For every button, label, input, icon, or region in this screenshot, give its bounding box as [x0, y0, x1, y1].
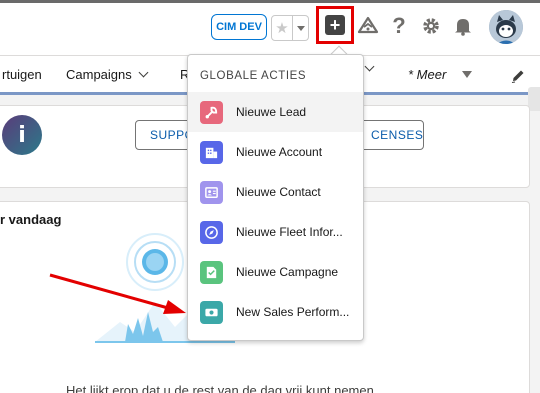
- caret-down-icon[interactable]: [462, 71, 473, 78]
- sales-performance-icon: [200, 300, 223, 324]
- nav-item-label: rtuigen: [2, 67, 42, 82]
- campaign-icon: [200, 260, 223, 284]
- empty-state-message: Het lijkt erop dat u de rest van de dag …: [66, 383, 374, 393]
- menu-item-label: Nieuwe Contact: [236, 185, 321, 199]
- menu-item-new-fleet-info[interactable]: Nieuwe Fleet Infor...: [188, 212, 363, 252]
- menu-item-label: Nieuwe Lead: [236, 105, 307, 119]
- menu-item-new-lead[interactable]: Nieuwe Lead: [188, 92, 363, 132]
- contact-icon: [200, 180, 223, 204]
- favorites-group: ★: [271, 15, 309, 41]
- menu-item-new-account[interactable]: Nieuwe Account: [188, 132, 363, 172]
- menu-item-new-contact[interactable]: Nieuwe Contact: [188, 172, 363, 212]
- chevron-down-icon[interactable]: [138, 67, 149, 78]
- fleet-compass-icon: [200, 220, 223, 244]
- edit-nav-pencil-icon[interactable]: [510, 68, 526, 84]
- menu-item-new-campaign[interactable]: Nieuwe Campagne: [188, 252, 363, 292]
- menu-item-new-sales-performance[interactable]: New Sales Perform...: [188, 292, 363, 332]
- user-avatar[interactable]: [489, 10, 523, 44]
- menu-item-label: New Sales Perform...: [236, 305, 350, 319]
- menu-item-label: Nieuwe Fleet Infor...: [236, 225, 343, 239]
- trailhead-icon[interactable]: [356, 14, 380, 38]
- global-actions-plus-icon[interactable]: +: [325, 15, 345, 35]
- notifications-bell-icon[interactable]: [451, 14, 475, 38]
- menu-header: GLOBALE ACTIES: [200, 70, 307, 82]
- account-icon: [200, 140, 223, 164]
- nav-item-label: * Meer: [408, 67, 447, 82]
- favorites-dropdown-icon[interactable]: [293, 15, 309, 41]
- nav-item-partial[interactable]: [364, 61, 375, 72]
- nav-item-voertuigen[interactable]: rtuigen: [2, 67, 42, 82]
- card-title: r vandaag: [0, 212, 62, 227]
- nav-more-menu[interactable]: * Meer: [408, 67, 473, 82]
- menu-item-label: Nieuwe Campagne: [236, 265, 339, 279]
- nav-item-label: Campaigns: [66, 67, 132, 82]
- nav-item-campaigns[interactable]: Campaigns: [66, 67, 149, 82]
- setup-gear-icon[interactable]: [419, 14, 443, 38]
- info-icon: i: [2, 115, 42, 155]
- environment-badge: CIM DEV: [211, 14, 267, 40]
- help-icon[interactable]: ?: [387, 13, 411, 38]
- lead-icon: [200, 100, 223, 124]
- favorites-star-icon[interactable]: ★: [271, 15, 293, 41]
- menu-item-label: Nieuwe Account: [236, 145, 323, 159]
